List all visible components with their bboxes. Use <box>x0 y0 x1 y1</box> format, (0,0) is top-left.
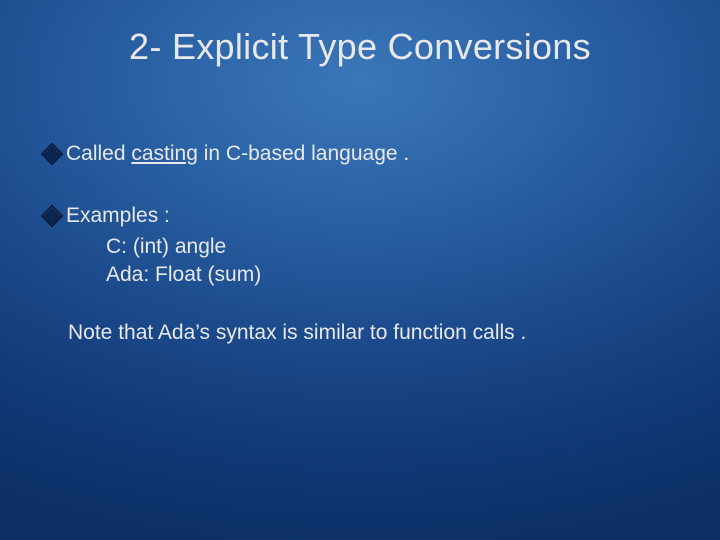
slide-body: Called casting in C-based language . Exa… <box>44 140 680 348</box>
bullet-1-suffix: in C-based language . <box>198 142 409 165</box>
bullet-1-prefix: Called <box>66 142 131 165</box>
note-text: Note that Ada’s syntax is similar to fun… <box>68 319 680 347</box>
slide-title: 2- Explicit Type Conversions <box>0 26 720 68</box>
slide: 2- Explicit Type Conversions Called cast… <box>0 0 720 540</box>
bullet-2-label: Examples : <box>66 202 680 230</box>
bullet-item-1: Called casting in C-based language . <box>44 140 680 168</box>
bullet-item-2: Examples : <box>44 202 680 230</box>
diamond-bullet-icon <box>41 205 64 228</box>
example-c: C: (int) angle <box>106 233 680 261</box>
diamond-bullet-icon <box>41 143 64 166</box>
bullet-1-underlined: casting <box>131 142 198 165</box>
example-ada: Ada: Float (sum) <box>106 261 680 289</box>
bullet-1-text: Called casting in C-based language . <box>66 140 680 168</box>
bullet-2-examples: C: (int) angle Ada: Float (sum) <box>106 233 680 290</box>
